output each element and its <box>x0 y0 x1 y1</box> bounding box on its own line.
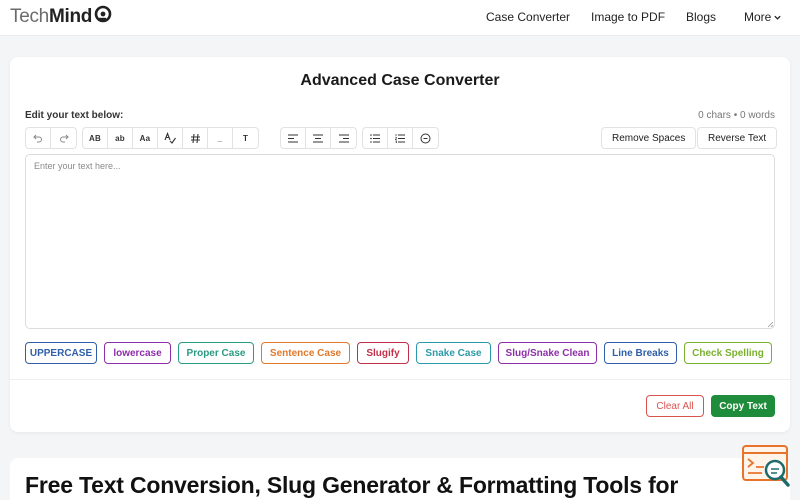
bullet-list-icon <box>370 133 380 143</box>
undo-icon <box>33 134 42 143</box>
lowercase-button[interactable]: lowercase <box>104 342 171 364</box>
chat-widget-button[interactable] <box>742 445 790 489</box>
logo-text-tech: Tech <box>10 6 49 27</box>
spellcheck-tool-button[interactable] <box>158 128 183 148</box>
snake-case-button[interactable]: Snake Case <box>416 342 491 364</box>
hash-icon <box>190 133 200 143</box>
seo-section: Free Text Conversion, Slug Generator & F… <box>10 458 790 500</box>
slugify-button[interactable]: Slugify <box>357 342 409 364</box>
numbered-list-button[interactable] <box>388 128 413 148</box>
align-center-button[interactable] <box>306 128 331 148</box>
nav-more-label: More <box>744 10 772 24</box>
bullet-list-button[interactable] <box>363 128 388 148</box>
underscore-tool-label: _ <box>217 133 223 143</box>
hash-tool-button[interactable] <box>183 128 208 148</box>
site-logo[interactable]: Tech Mind <box>10 5 113 31</box>
toolbar-transform-group: AB ab Aa _ T <box>82 127 259 149</box>
chevron-down-icon <box>774 15 781 20</box>
align-center-icon <box>313 134 323 142</box>
reverse-text-button[interactable]: Reverse Text <box>697 127 778 149</box>
nav-image-to-pdf[interactable]: Image to PDF <box>591 10 665 24</box>
circle-dash-icon <box>420 133 431 143</box>
converter-card: Advanced Case Converter Edit your text b… <box>10 57 790 432</box>
lowercase-tool-label: ab <box>115 133 125 143</box>
align-left-button[interactable] <box>281 128 306 148</box>
copy-text-button[interactable]: Copy Text <box>711 395 775 417</box>
line-breaks-button[interactable]: Line Breaks <box>604 342 677 364</box>
numbered-list-icon <box>395 133 405 143</box>
undo-button[interactable] <box>26 128 51 148</box>
text-editor[interactable] <box>25 154 775 329</box>
proper-case-button[interactable]: Proper Case <box>178 342 254 364</box>
nav-blogs[interactable]: Blogs <box>686 10 716 24</box>
text-tool-button[interactable]: T <box>233 128 258 148</box>
align-left-icon <box>288 134 298 142</box>
spellcheck-icon <box>164 132 176 144</box>
divider <box>10 379 790 380</box>
logo-magnifier-icon <box>93 5 113 31</box>
uppercase-button[interactable]: UPPERCASE <box>25 342 97 364</box>
edit-label: Edit your text below: <box>25 110 124 121</box>
char-word-count: 0 chars • 0 words <box>698 110 775 121</box>
remove-spaces-button[interactable]: Remove Spaces <box>601 127 697 149</box>
section-heading: Free Text Conversion, Slug Generator & F… <box>25 472 679 498</box>
resize-handle-icon[interactable] <box>767 321 774 328</box>
code-search-icon <box>742 445 790 487</box>
redo-icon <box>59 134 69 143</box>
page-title: Advanced Case Converter <box>300 72 500 89</box>
sentence-case-button[interactable]: Sentence Case <box>261 342 350 364</box>
uppercase-tool-label: AB <box>89 133 101 143</box>
underscore-tool-button[interactable]: _ <box>208 128 233 148</box>
logo-text-mind: Mind <box>48 6 93 27</box>
toolbar-history-group <box>25 127 77 149</box>
uppercase-tool-button[interactable]: AB <box>83 128 108 148</box>
nav-case-converter[interactable]: Case Converter <box>486 10 570 24</box>
check-spelling-button[interactable]: Check Spelling <box>684 342 772 364</box>
align-right-button[interactable] <box>331 128 356 148</box>
titlecase-tool-label: Aa <box>139 133 151 143</box>
toolbar-list-group <box>362 127 439 149</box>
titlecase-tool-button[interactable]: Aa <box>133 128 158 148</box>
site-header: Tech Mind Case Converter Image to PDF Blo… <box>0 0 800 36</box>
text-tool-label: T <box>242 133 249 143</box>
toolbar-align-group <box>280 127 357 149</box>
slug-snake-clean-button[interactable]: Slug/Snake Clean <box>498 342 597 364</box>
clear-format-button[interactable] <box>413 128 438 148</box>
clear-all-button[interactable]: Clear All <box>646 395 704 417</box>
align-right-icon <box>338 134 349 142</box>
lowercase-tool-button[interactable]: ab <box>108 128 133 148</box>
nav-more[interactable]: More <box>744 10 782 24</box>
redo-button[interactable] <box>51 128 76 148</box>
